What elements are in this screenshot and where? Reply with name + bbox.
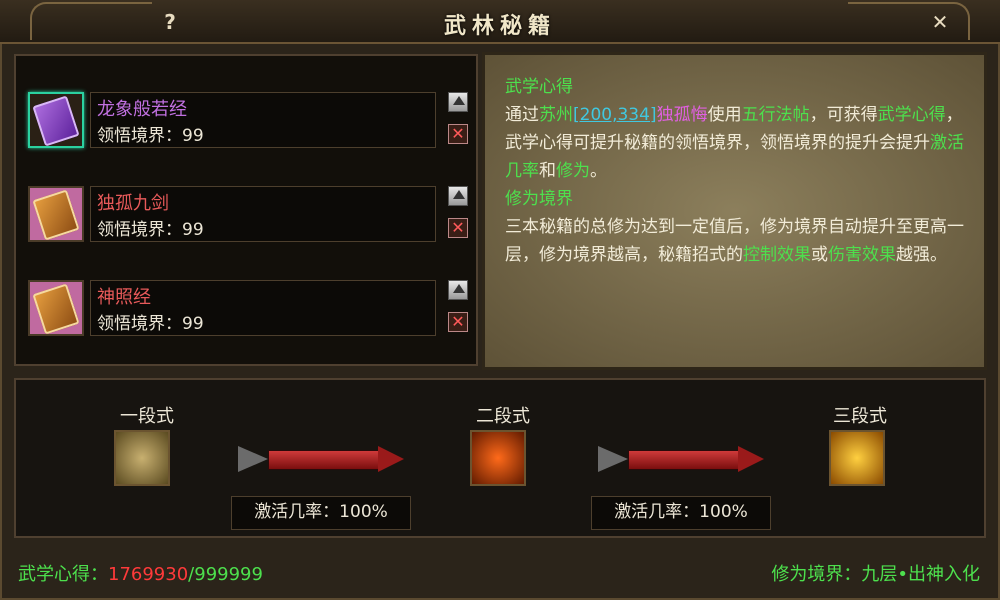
stage-label: 二段式 [476,406,530,427]
stage-label: 一段式 [120,406,174,427]
progress-arrow [238,442,406,476]
book-row[interactable]: 独孤九剑 领悟境界：99 ✕ [28,186,468,254]
remove-button[interactable]: ✕ [448,124,468,144]
remove-button[interactable]: ✕ [448,312,468,332]
location-link[interactable]: 苏州 [539,105,573,125]
npc-name: 独孤悔 [656,105,708,125]
book-info: 独孤九剑 领悟境界：99 [90,186,436,242]
stage-label: 三段式 [833,406,887,427]
orange-book-icon[interactable] [28,280,84,336]
book-info: 龙象般若经 领悟境界：99 [90,92,436,148]
book-list-panel: 龙象般若经 领悟境界：99 ✕ 独孤九剑 领悟境界：99 ✕ 神照经 领悟境界：… [14,54,478,366]
book-level: 领悟境界：99 [97,314,204,334]
book-row[interactable]: 龙象般若经 领悟境界：99 ✕ [28,92,468,160]
title-bar: ? 武林秘籍 ✕ [0,0,1000,44]
activation-rate: 激活几率：100% [591,496,771,530]
book-name: 龙象般若经 [97,99,187,120]
section-title-insight: 武学心得 [505,77,573,97]
book-name: 独孤九剑 [97,193,169,214]
realm-description: 三本秘籍的总修为达到一定值后，修为境界自动提升至更高一层，修为境界越高，秘籍招式… [505,217,964,265]
golden-dragon-skill-icon[interactable] [829,430,885,486]
purple-book-icon[interactable] [28,92,84,148]
move-up-button[interactable] [448,186,468,206]
book-info: 神照经 领悟境界：99 [90,280,436,336]
insight-counter: 武学心得：1769930/999999 [18,564,263,585]
window-title: 武林秘籍 [443,14,556,39]
info-text: 武学心得 通过苏州[200,334]独孤悔使用五行法帖，可获得武学心得，武学心得… [505,73,965,269]
book-row[interactable]: 神照经 领悟境界：99 ✕ [28,280,468,348]
remove-button[interactable]: ✕ [448,218,468,238]
elephant-skill-icon[interactable] [114,430,170,486]
dragon-skill-icon[interactable] [470,430,526,486]
coordinate-link[interactable]: [200,334] [573,105,657,125]
insight-description: 通过苏州[200,334]独孤悔使用五行法帖，可获得武学心得，武学心得可提升秘籍… [505,105,964,181]
book-level: 领悟境界：99 [97,220,204,240]
orange-book-icon[interactable] [28,186,84,242]
book-name: 神照经 [97,287,151,308]
info-panel: 武学心得 通过苏州[200,334]独孤悔使用五行法帖，可获得武学心得，武学心得… [482,52,987,370]
move-up-button[interactable] [448,92,468,112]
activation-rate: 激活几率：100% [231,496,411,530]
move-up-button[interactable] [448,280,468,300]
progress-arrow [598,442,766,476]
cultivation-realm: 修为境界：九层•出神入化 [771,564,980,585]
close-button[interactable]: ✕ [928,10,952,34]
book-level: 领悟境界：99 [97,126,204,146]
section-title-realm: 修为境界 [505,189,573,209]
